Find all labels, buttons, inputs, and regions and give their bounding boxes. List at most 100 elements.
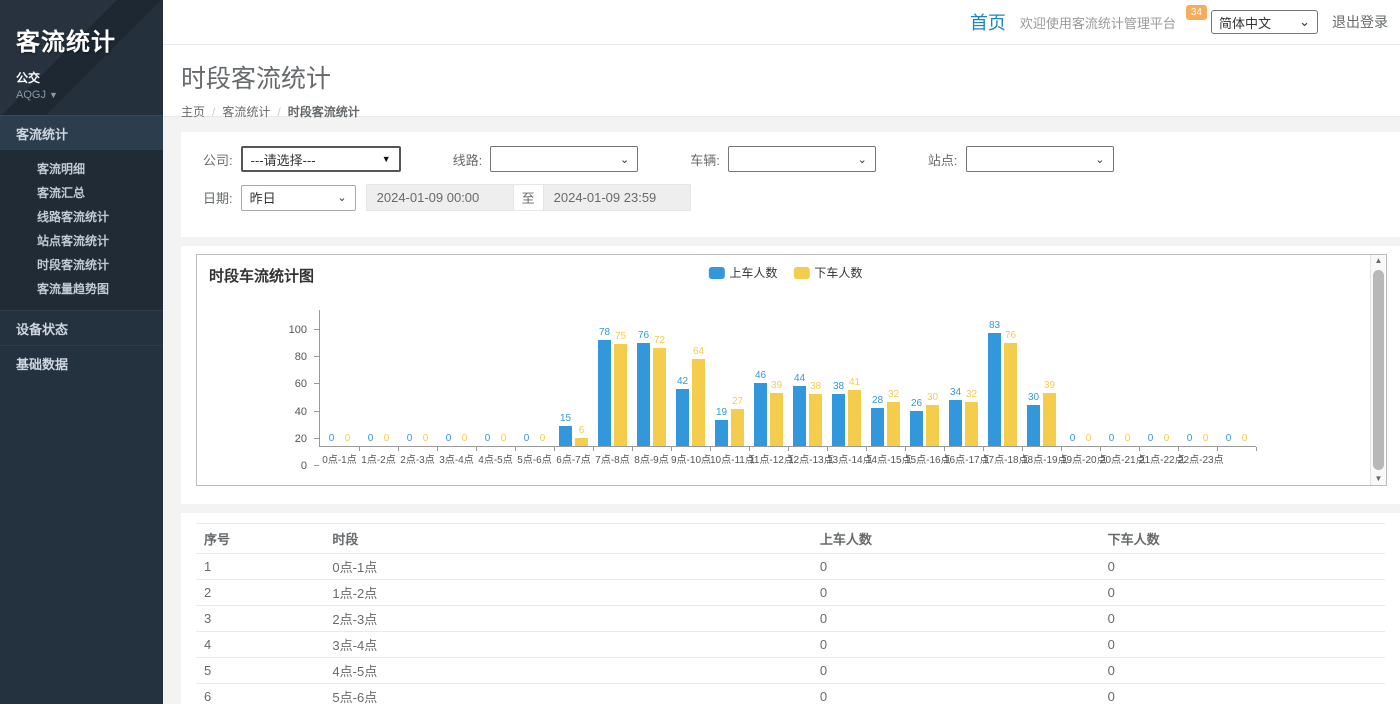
table-row: 21点-2点00 (196, 580, 1385, 606)
scrollbar-thumb[interactable] (1373, 270, 1384, 470)
legend-boarding[interactable]: 上车人数 (708, 264, 777, 281)
line-label: 线路: (453, 150, 483, 169)
x-axis-label: 8点-9点 (632, 451, 671, 466)
sidebar-item-line-stats[interactable]: 线路客流统计 (0, 204, 163, 228)
bar-unit: 0 (325, 310, 339, 446)
chart-category-group: 00 (1100, 310, 1139, 446)
bar-unit: 44 (793, 310, 807, 446)
bar (598, 340, 611, 446)
y-tick-mark (314, 329, 319, 330)
bar-unit: 0 (1066, 310, 1080, 446)
chart-category-group: 3039 (1022, 310, 1061, 446)
chevron-down-icon: ⌄ (1095, 153, 1104, 166)
chart-plot: 0000000000001567875767242641927463944383… (319, 310, 1256, 466)
filter-row-selects: 公司: ---请选择--- ▼ 线路: ⌄ 车辆: ⌄ 站点 (203, 146, 1387, 172)
app-title: 客流统计 (16, 22, 147, 57)
chart-vertical-scrollbar[interactable]: ▲ ▼ (1370, 255, 1386, 485)
date-label: 日期: (203, 188, 233, 207)
scroll-up-icon[interactable]: ▲ (1375, 257, 1383, 265)
bar-value-label: 30 (927, 393, 938, 403)
bar-unit: 78 (598, 310, 612, 446)
vehicle-select[interactable]: ⌄ (728, 146, 876, 172)
bar-unit: 0 (1105, 310, 1119, 446)
bar-value-label: 64 (693, 347, 704, 357)
chart-category-group: 3841 (827, 310, 866, 446)
notification-badge[interactable]: 34 (1186, 5, 1207, 20)
sidebar-item-passenger-detail[interactable]: 客流明细 (0, 156, 163, 180)
x-axis-label: 16点-17点 (944, 451, 983, 466)
table-cell: 0 (812, 606, 1100, 632)
bar-value-label: 0 (1148, 434, 1154, 444)
sidebar-item-station-stats[interactable]: 站点客流统计 (0, 228, 163, 252)
home-link[interactable]: 首页 (970, 9, 1006, 35)
chart-category-group: 00 (515, 310, 554, 446)
bar-value-label: 0 (1226, 434, 1232, 444)
bar-value-label: 0 (1187, 434, 1193, 444)
chart-category-group: 42 64 (671, 310, 710, 446)
chart-bars: 0000000000001567875767242641927463944383… (319, 310, 1256, 447)
chart-category-group: 00 (1139, 310, 1178, 446)
date-preset-select[interactable]: 昨日 ⌄ (241, 185, 356, 211)
app-layout: 客流统计 公交 AQGJ ▼ 客流统计 客流明细 客流汇总 线路客流统计 站点客… (0, 0, 1400, 704)
logout-link[interactable]: 退出登录 (1332, 12, 1388, 32)
table-cell: 0 (1100, 658, 1385, 684)
sidebar-item-period-stats[interactable]: 时段客流统计 (0, 252, 163, 276)
station-select[interactable]: ⌄ (966, 146, 1114, 172)
sidebar-item-label: 客流明细 (37, 160, 85, 177)
chart-canvas: 020406080100 000000000000156787576724264… (197, 310, 1386, 466)
chart-category-group: 7875 (593, 310, 632, 446)
chevron-down-icon: ⌄ (337, 191, 346, 204)
filter-panel: 公司: ---请选择--- ▼ 线路: ⌄ 车辆: ⌄ 站点 (181, 132, 1400, 237)
bar (1043, 393, 1056, 446)
bar-unit: 64 (692, 310, 706, 446)
date-end-input[interactable]: 2024-01-09 23:59 (543, 184, 691, 211)
company-select[interactable]: ---请选择--- ▼ (241, 146, 401, 172)
scroll-down-icon[interactable]: ▼ (1375, 475, 1383, 483)
language-select[interactable]: 简体中文 ⌄ (1211, 10, 1318, 34)
table-cell: 6 (196, 684, 324, 704)
x-axis-label: 1点-2点 (359, 451, 398, 466)
bar-unit: 30 (1027, 310, 1041, 446)
bar-value-label: 39 (1044, 381, 1055, 391)
line-select[interactable]: ⌄ (490, 146, 638, 172)
x-axis-label: 21点-22点 (1139, 451, 1178, 466)
legend-label: 下车人数 (814, 264, 862, 281)
table-cell: 0 (812, 684, 1100, 704)
topbar: 首页 欢迎使用客流统计管理平台 34 简体中文 ⌄ 退出登录 (163, 0, 1400, 45)
bar (809, 394, 822, 446)
bar-unit: 0 (1238, 310, 1252, 446)
chart-category-group: 00 (320, 310, 359, 446)
x-axis-label: 2点-3点 (398, 451, 437, 466)
bar-value-label: 83 (989, 321, 1000, 331)
x-axis-label: 6点-7点 (554, 451, 593, 466)
chevron-down-icon: ⌄ (620, 153, 629, 166)
bar-value-label: 75 (615, 332, 626, 342)
bar (731, 409, 744, 446)
x-axis-label: 3点-4点 (437, 451, 476, 466)
sidebar-item-passenger-summary[interactable]: 客流汇总 (0, 180, 163, 204)
chart-category-group: 4438 (788, 310, 827, 446)
legend-alighting[interactable]: 下车人数 (793, 264, 862, 281)
x-axis-label: 20点-21点 (1100, 451, 1139, 466)
chart-y-axis: 020406080100 (197, 329, 319, 466)
y-tick-label: 20 (295, 433, 307, 445)
dropdown-triangle-icon: ▼ (382, 154, 391, 164)
bar-value-label: 38 (810, 382, 821, 392)
bar-unit: 28 (871, 310, 885, 446)
bar-value-label: 0 (524, 434, 530, 444)
account-dropdown[interactable]: AQGJ ▼ (16, 89, 147, 101)
bar-unit: 41 (848, 310, 862, 446)
sidebar-item-device-status[interactable]: 设备状态 (0, 310, 163, 345)
chart-legend: 上车人数 下车人数 (708, 264, 862, 281)
date-start-input[interactable]: 2024-01-09 00:00 (366, 184, 514, 211)
bar-value-label: 6 (579, 426, 585, 436)
sidebar-item-trend-chart[interactable]: 客流量趋势图 (0, 276, 163, 300)
bar-unit: 6 (575, 310, 589, 446)
bar-unit: 32 (965, 310, 979, 446)
bar-unit: 0 (403, 310, 417, 446)
sidebar-item-passenger-stats[interactable]: 客流统计 (0, 115, 163, 150)
bar (793, 386, 806, 446)
bar-value-label: 42 (677, 377, 688, 387)
sidebar-item-base-data[interactable]: 基础数据 (0, 345, 163, 380)
bar-value-label: 0 (1164, 434, 1170, 444)
